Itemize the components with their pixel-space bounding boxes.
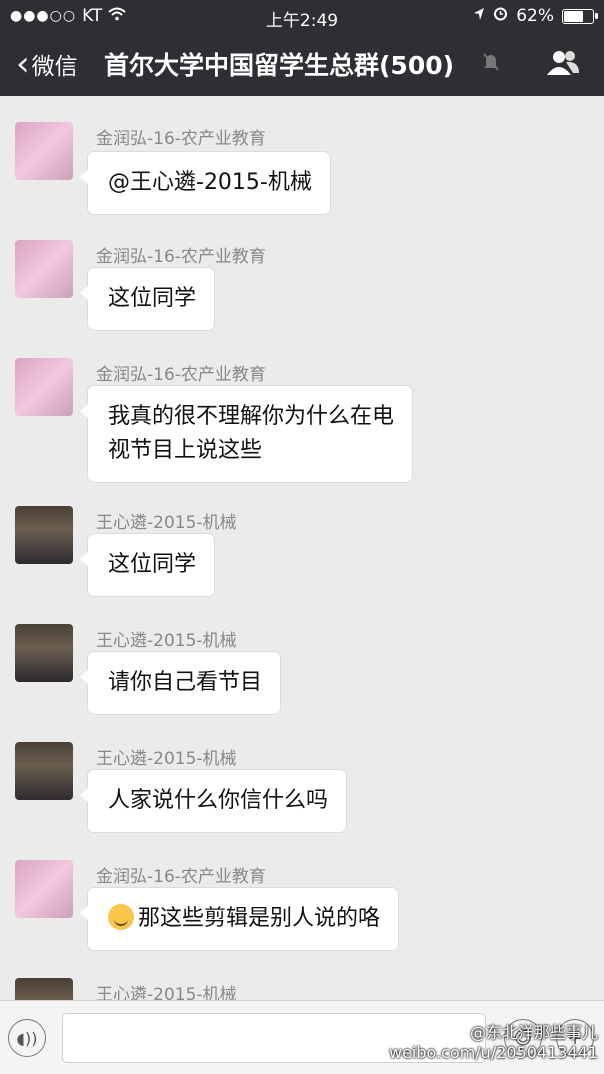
mute-icon	[482, 52, 500, 76]
message-text: 视节目上说这些	[108, 438, 263, 463]
message-text: 这位同学	[108, 552, 197, 577]
sender-name: 王心遴-2015-机械	[96, 513, 237, 533]
input-bar: ◖)) ☺ + @东北洋那些事儿 weibo.com/u/2050413441	[0, 1000, 604, 1074]
voice-icon: ◖))	[16, 1028, 38, 1048]
weibo-watermark: @东北洋那些事儿 weibo.com/u/2050413441	[389, 1023, 598, 1063]
message-bubble[interactable]: 这位同学	[79, 268, 215, 330]
sender-avatar[interactable]	[15, 978, 73, 1000]
message-text: 这位同学	[108, 286, 197, 311]
watermark-handle: @东北洋那些事儿	[469, 1023, 598, 1042]
sender-name: 王心遴-2015-机械	[96, 631, 237, 651]
message-bubble[interactable]: 请你自己看节目	[79, 652, 281, 714]
message-text: @王心遴-2015-机械	[108, 170, 312, 195]
back-button[interactable]: ‹ 微信	[16, 47, 78, 81]
message-bubble[interactable]: 人家说什么你信什么吗	[79, 770, 347, 832]
sender-name: 王心遴-2015-机械	[96, 749, 237, 769]
message-text: 我真的很不理解你为什么在电	[108, 404, 395, 429]
chat-area[interactable]: 金润弘-16-农产业教育 @王心遴-2015-机械 金润弘-16-农产业教育 这…	[0, 96, 604, 1000]
sender-name: 金润弘-16-农产业教育	[96, 365, 266, 385]
sender-avatar[interactable]	[15, 860, 73, 918]
sender-avatar[interactable]	[15, 742, 73, 800]
watermark-url: weibo.com/u/2050413441	[388, 1043, 598, 1062]
chat-title: 首尔大学中国留学生总群(500)	[104, 51, 455, 80]
message-bubble[interactable]: 那这些剪辑是别人说的咯	[79, 888, 399, 950]
message-text: 那这些剪辑是别人说的咯	[138, 906, 381, 931]
message-text: 请你自己看节目	[108, 670, 263, 695]
message-bubble[interactable]: @王心遴-2015-机械	[80, 152, 330, 214]
sender-avatar[interactable]	[15, 122, 73, 180]
sender-avatar[interactable]	[15, 240, 73, 298]
alarm-icon	[493, 6, 508, 26]
group-members-icon[interactable]	[546, 49, 580, 81]
battery-icon	[562, 8, 598, 24]
sender-avatar[interactable]	[15, 358, 73, 416]
sender-avatar[interactable]	[15, 624, 73, 682]
back-label: 微信	[31, 54, 78, 80]
message-text: 人家说什么你信什么吗	[108, 788, 329, 813]
voice-input-button[interactable]: ◖))	[8, 1019, 46, 1057]
top-bar: ●●●○○ KT 上午2:49 62% ‹ 微信 首尔大学中国留学生总群(500…	[0, 0, 604, 96]
sender-avatar[interactable]	[15, 506, 73, 564]
sender-name: 金润弘-16-农产业教育	[96, 247, 266, 267]
status-bar: ●●●○○ KT 上午2:49 62%	[0, 0, 604, 32]
sender-name: 金润弘-16-农产业教育	[96, 867, 266, 887]
chevron-left-icon: ‹	[16, 44, 30, 84]
sender-name: 王心遴-2015-机械	[96, 985, 237, 1000]
message-bubble[interactable]: 这位同学	[79, 534, 215, 596]
sender-name: 金润弘-16-农产业教育	[96, 129, 266, 149]
battery-percent: 62%	[516, 6, 554, 26]
smile-emoji-icon	[108, 904, 134, 930]
navigation-bar: ‹ 微信 首尔大学中国留学生总群(500)	[0, 32, 604, 96]
location-icon	[473, 6, 485, 26]
message-bubble[interactable]: 我真的很不理解你为什么在电 视节目上说这些	[79, 386, 413, 482]
